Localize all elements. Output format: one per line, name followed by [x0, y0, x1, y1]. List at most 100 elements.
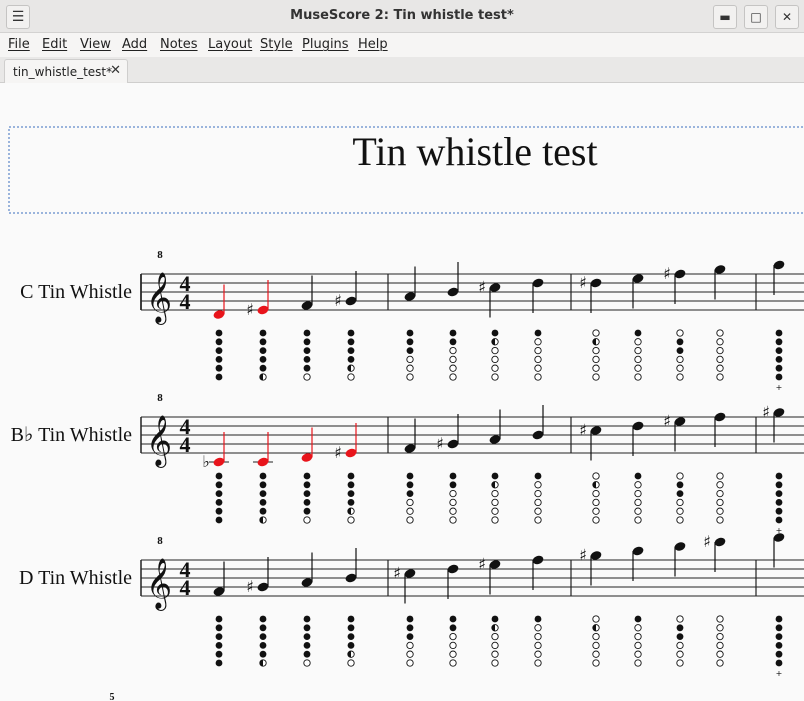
fingering-hole-closed: [775, 373, 783, 381]
fingering-hole-closed: [303, 624, 311, 632]
close-icon[interactable]: ✕: [775, 5, 799, 29]
sharp-icon[interactable]: ♯: [246, 577, 254, 596]
fingering-hole-closed: [259, 490, 267, 497]
treble-clef-icon[interactable]: 𝄞: [146, 558, 172, 611]
sharp-icon[interactable]: ♯: [703, 532, 711, 551]
clef-octave-mark: 8: [157, 249, 163, 261]
instrument-name[interactable]: C Tin Whistle: [20, 281, 132, 303]
menu-layout[interactable]: Layout: [208, 37, 252, 52]
fingering-hole-open: [491, 355, 499, 364]
score-canvas[interactable]: Tin whistle test 5 C Tin Whistle 𝄞 8 4 4 ♯ ♯ ♯ ♯…: [0, 83, 804, 701]
fingering-hole-closed: [775, 329, 783, 337]
menu-edit[interactable]: Edit: [42, 37, 67, 52]
overblow-mark: +: [776, 669, 783, 678]
fingering-hole-closed: [491, 329, 499, 337]
fingering-hole-closed: [303, 490, 311, 497]
fingering-hole-closed: [347, 642, 355, 649]
instrument-name[interactable]: B♭ Tin Whistle: [11, 424, 132, 446]
menu-help[interactable]: Help: [358, 37, 388, 52]
sharp-icon[interactable]: ♯: [762, 403, 770, 422]
score-title[interactable]: Tin whistle test: [352, 129, 597, 174]
fingering-hole-closed: [775, 356, 783, 363]
fingering-hole-open: [534, 516, 542, 524]
fingering-hole-closed: [259, 356, 267, 363]
sharp-icon[interactable]: ♯: [436, 434, 444, 453]
menu-add[interactable]: Add: [122, 37, 147, 52]
fingering-hole-closed: [347, 633, 355, 640]
sharp-icon[interactable]: ♯: [579, 546, 587, 565]
fingering-hole-open: [491, 498, 499, 507]
fingering-hole-closed: [303, 364, 311, 372]
score-tab[interactable]: tin_whistle_test* ✕: [4, 59, 128, 84]
sharp-icon[interactable]: ♯: [393, 564, 401, 583]
fingering-hole-closed: [347, 481, 355, 489]
fingering-hole-open: [716, 373, 724, 381]
menu-view[interactable]: View: [80, 37, 111, 52]
sharp-icon[interactable]: ♯: [579, 421, 587, 440]
fingering-hole-open: [303, 516, 311, 524]
sharp-icon[interactable]: ♯: [246, 300, 254, 319]
staff-system[interactable]: B♭ Tin Whistle 𝄞844♭ ♯ ♯♯ ♯ ♯+: [11, 392, 804, 535]
sharp-icon[interactable]: ♯: [478, 555, 486, 574]
score-page[interactable]: Tin whistle test 5 C Tin Whistle 𝄞 8 4 4 ♯ ♯ ♯ ♯…: [0, 83, 804, 701]
treble-clef-icon[interactable]: 𝄞: [146, 415, 172, 468]
fingering-hole-open: [716, 498, 724, 507]
fingering-hole-open: [534, 364, 542, 372]
fingering-hole-open: [449, 355, 457, 364]
time-signature-bottom[interactable]: 4: [180, 289, 191, 314]
fingering-hole-closed: [215, 507, 223, 515]
time-signature-bottom[interactable]: 4: [180, 432, 191, 457]
fingering-hole-closed: [406, 329, 414, 337]
fingering-hole-open: [716, 516, 724, 524]
fingering-hole-closed: [215, 347, 223, 354]
minimize-icon[interactable]: ▬: [713, 5, 737, 29]
fingering-hole-closed: [303, 650, 311, 658]
time-signature-bottom[interactable]: 4: [180, 575, 191, 600]
fingering-hole-open: [534, 338, 542, 346]
menu-file[interactable]: File: [8, 37, 30, 52]
menu-notes[interactable]: Notes: [160, 37, 198, 52]
fingering-hole-closed: [775, 364, 783, 372]
maximize-icon[interactable]: □: [744, 5, 768, 29]
sharp-icon[interactable]: ♯: [334, 443, 342, 462]
sharp-icon[interactable]: ♯: [334, 291, 342, 310]
fingering-hole-open: [406, 507, 414, 515]
staff-system[interactable]: D Tin Whistle 𝄞844 ♯♯ ♯ ♯♯+: [19, 532, 804, 678]
fingering-hole-closed: [347, 329, 355, 337]
fingering-hole-closed: [775, 338, 783, 346]
fingering-hole-closed: [449, 624, 457, 632]
fingering-hole-closed: [303, 356, 311, 363]
fingering-hole-open: [491, 489, 499, 498]
treble-clef-icon[interactable]: 𝄞: [146, 272, 172, 325]
fingering-hole-open: [449, 346, 457, 355]
fingering-hole-open: [534, 489, 542, 498]
sharp-icon[interactable]: ♯: [663, 412, 671, 431]
fingering-hole-open: [676, 329, 684, 337]
tab-close-icon[interactable]: ✕: [110, 63, 121, 78]
fingering-hole-open: [634, 481, 642, 489]
sharp-icon[interactable]: ♯: [579, 273, 587, 292]
fingering-hole-closed: [775, 659, 783, 667]
menu-style[interactable]: Style: [260, 37, 293, 52]
fingering-hole-closed: [676, 347, 684, 354]
flat-icon[interactable]: ♭: [202, 452, 210, 471]
fingering-hole-open: [491, 507, 499, 515]
instrument-name[interactable]: D Tin Whistle: [19, 567, 132, 589]
sharp-icon[interactable]: ♯: [478, 278, 486, 297]
fingering-hole-open: [534, 659, 542, 667]
fingering-hole-open: [716, 481, 724, 489]
menu-plugins[interactable]: Plugins: [302, 37, 349, 52]
staff-system[interactable]: C Tin Whistle 𝄞844 ♯ ♯♯ ♯ ♯+: [20, 249, 804, 392]
fingering-hole-closed: [347, 490, 355, 497]
fingering-hole-open: [592, 373, 600, 381]
sharp-icon[interactable]: ♯: [663, 264, 671, 283]
fingering-hole-closed: [406, 347, 414, 354]
fingering-hole-closed: [534, 329, 542, 337]
fingering-hole-closed: [259, 507, 267, 515]
fingering-hole-closed: [676, 338, 684, 346]
fingering-hole-closed: [775, 624, 783, 632]
fingering-hole-closed: [259, 329, 267, 337]
fingering-hole-closed: [303, 633, 311, 640]
fingering-hole-open: [592, 346, 600, 355]
fingering-hole-open: [491, 659, 499, 667]
